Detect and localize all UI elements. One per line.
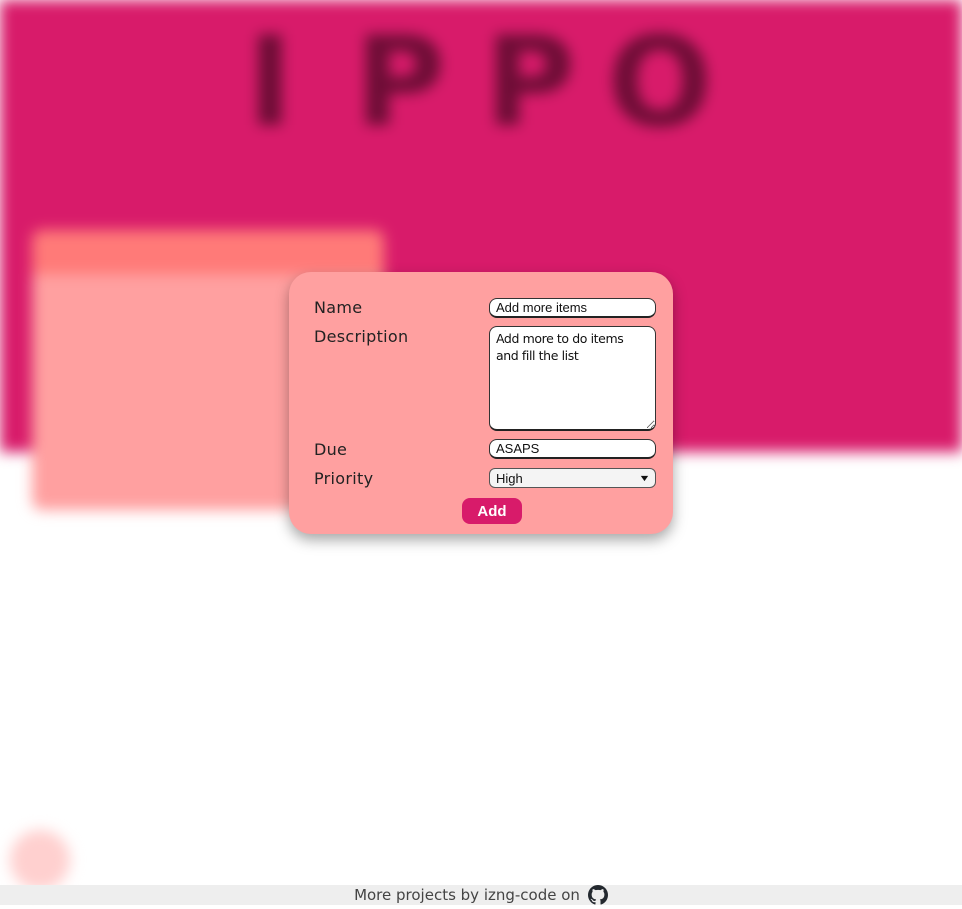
name-input[interactable] xyxy=(489,298,656,318)
logo-letter: P xyxy=(354,11,446,155)
description-label: Description xyxy=(314,327,409,346)
priority-label: Priority xyxy=(314,469,374,488)
logo-letter: O xyxy=(607,11,713,155)
chevron-down-icon: ▼ xyxy=(638,473,651,483)
due-input[interactable] xyxy=(489,439,656,459)
name-label: Name xyxy=(314,298,363,317)
priority-selected-value: High xyxy=(496,470,523,486)
add-item-dialog: Name Description Add more to do items an… xyxy=(289,272,673,534)
add-button[interactable]: Add xyxy=(462,498,522,524)
github-icon[interactable] xyxy=(587,885,608,905)
floating-action-button xyxy=(10,830,70,890)
footer-text: More projects by izng-code on xyxy=(354,886,580,904)
list-header xyxy=(32,230,384,274)
due-label: Due xyxy=(314,440,348,459)
footer: More projects by izng-code on xyxy=(0,885,962,905)
description-textarea[interactable]: Add more to do items and fill the list xyxy=(489,326,656,431)
app-logo: I P P O xyxy=(205,18,725,148)
priority-select[interactable]: High ▼ xyxy=(489,468,656,488)
logo-letter: I xyxy=(246,11,294,155)
logo-letter: P xyxy=(484,11,576,155)
